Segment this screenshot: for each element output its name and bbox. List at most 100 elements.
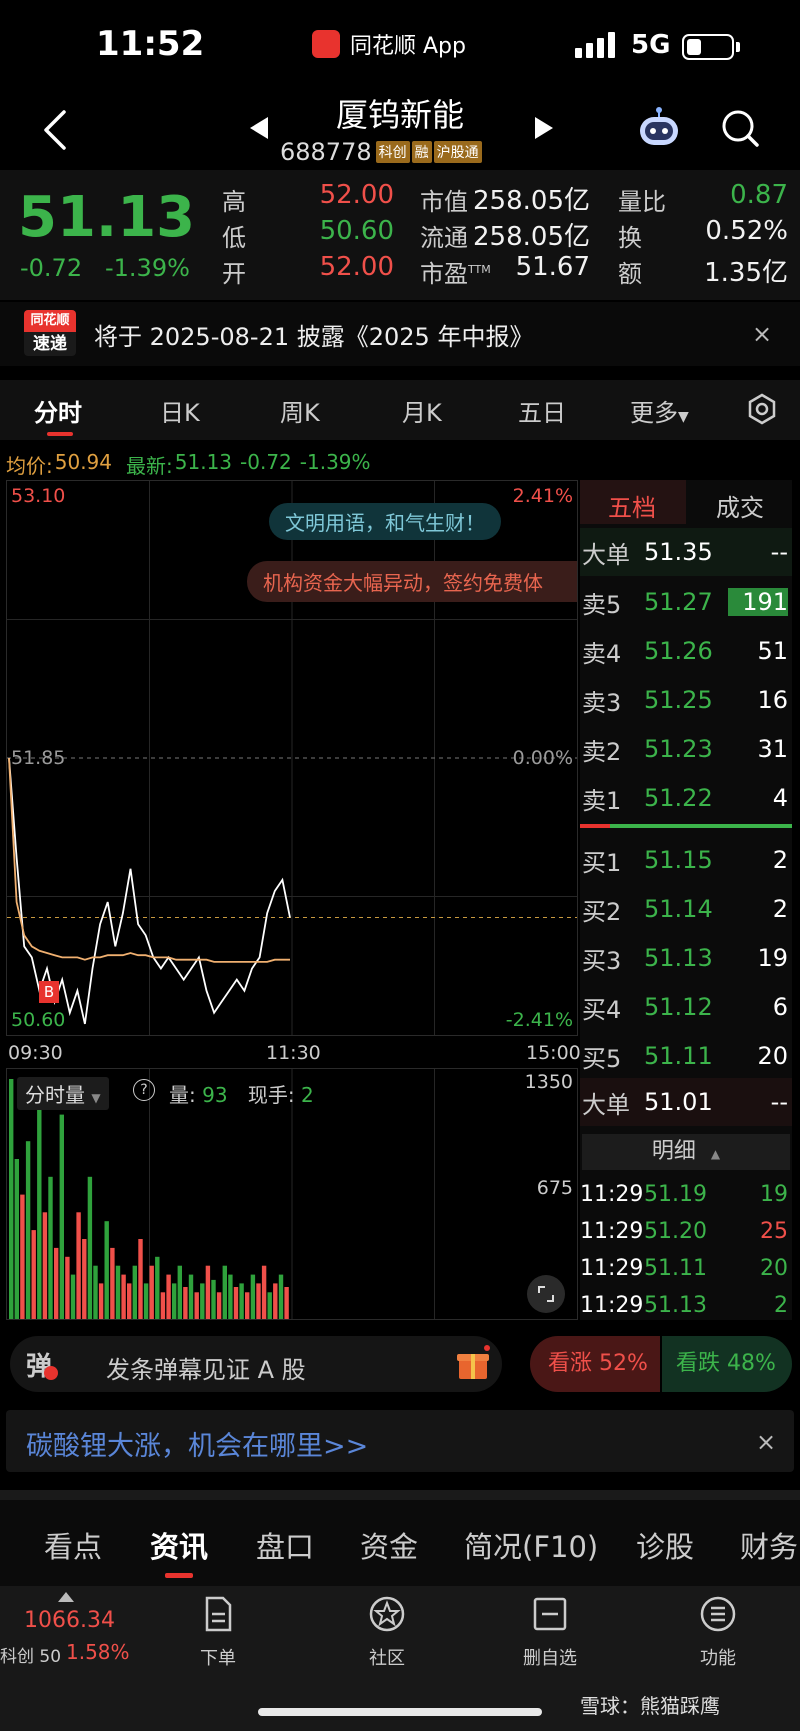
vote-down-button[interactable]: 看跌 48% <box>662 1336 792 1392</box>
book-ratio-bar <box>580 824 792 828</box>
search-icon[interactable] <box>720 108 760 148</box>
buy-level-row[interactable]: 买3 51.13 19 <box>580 934 792 982</box>
buy-level-row[interactable]: 买1 51.15 2 <box>580 836 792 884</box>
tab-weekly-k[interactable]: 周K <box>280 393 320 428</box>
volume-bar <box>194 1292 199 1319</box>
sell-level-row[interactable]: 卖4 51.26 51 <box>580 627 792 675</box>
caret-up-icon: ▲ <box>710 1147 721 1161</box>
buy-marker: B <box>39 981 59 1003</box>
nav-functions-label: 功能 <box>700 1648 736 1669</box>
nav-order[interactable]: 下单 <box>168 1594 268 1670</box>
volume-bar <box>155 1256 160 1319</box>
fullscreen-icon[interactable] <box>527 1275 565 1313</box>
nav-order-label: 下单 <box>200 1648 236 1669</box>
volume-bar <box>20 1194 25 1319</box>
index-value[interactable]: 1066.34 <box>24 1608 115 1633</box>
danmu-check-icon <box>44 1366 58 1380</box>
status-app: 同花顺 App <box>312 28 466 60</box>
current-hand-label: 现手: <box>247 1083 295 1107</box>
tab-funds[interactable]: 资金 <box>360 1524 418 1566</box>
tab-news[interactable]: 资讯 <box>150 1524 208 1566</box>
volume-bar <box>115 1265 121 1319</box>
sell-level-row[interactable]: 卖2 51.23 31 <box>580 725 792 773</box>
vote-up-button[interactable]: 看涨 52% <box>530 1336 660 1392</box>
amount-label: 额 <box>618 260 642 288</box>
intraday-chart[interactable]: 53.10 2.41% 51.85 0.00% 50.60 -2.41% 文明用… <box>6 480 578 1036</box>
tick-qty: 20 <box>760 1255 788 1281</box>
buy-level-row[interactable]: 买5 51.11 20 <box>580 1032 792 1080</box>
dropdown-caret-icon: ▼ <box>91 1091 101 1105</box>
open-label: 开 <box>222 260 246 288</box>
low-value: 50.60 <box>319 216 394 246</box>
tab-trades[interactable]: 成交 <box>716 488 764 523</box>
next-stock-icon[interactable] <box>533 115 555 141</box>
home-indicator[interactable] <box>258 1708 542 1716</box>
sell-level-row[interactable]: 卖1 51.22 4 <box>580 774 792 822</box>
danmu-placeholder[interactable]: 发条弹幕见证 A 股 <box>106 1350 306 1385</box>
sell-level-row[interactable]: 卖5 51.27 191 <box>580 578 792 626</box>
level-label: 买3 <box>582 946 622 975</box>
detail-header[interactable]: 明细 ▲ <box>582 1134 790 1170</box>
tick-time: 11:29 <box>580 1181 644 1207</box>
tab-diagnosis[interactable]: 诊股 <box>636 1524 694 1566</box>
chart-settings-icon[interactable] <box>746 393 778 425</box>
signal-icon <box>575 32 615 58</box>
float-value: 258.05亿 <box>473 222 590 252</box>
level-label: 卖1 <box>582 786 622 815</box>
level-price: 51.26 <box>644 637 713 665</box>
tick-price: 51.19 <box>644 1181 707 1207</box>
robot-assistant-icon[interactable] <box>636 105 682 149</box>
level-qty: 4 <box>772 784 788 812</box>
level-price: 51.25 <box>644 686 713 714</box>
nav-functions[interactable]: 功能 <box>668 1594 768 1670</box>
volume-bar <box>65 1256 70 1319</box>
chart-top-pct: 2.41% <box>512 485 573 507</box>
volume-bar <box>273 1283 278 1319</box>
volume-max-label: 1350 <box>524 1071 573 1093</box>
level-label: 卖3 <box>582 688 622 717</box>
tab-daily-k[interactable]: 日K <box>160 393 200 428</box>
tab-five-levels[interactable]: 五档 <box>608 488 656 523</box>
tab-more[interactable]: 更多▼ <box>630 393 689 428</box>
index-arrow-icon[interactable] <box>58 1592 74 1602</box>
tick-row: 11:29 51.13 2 <box>580 1287 792 1323</box>
tab-finance[interactable]: 财务 <box>740 1524 798 1566</box>
volume-bar <box>110 1247 115 1319</box>
nav-remove-watchlist[interactable]: 删自选 <box>500 1594 600 1670</box>
level-qty: 51 <box>757 637 788 665</box>
promo-text[interactable]: 碳酸锂大涨，机会在哪里>> <box>26 1424 368 1463</box>
volume-bar <box>172 1283 177 1319</box>
tab-intraday[interactable]: 分时 <box>34 393 82 428</box>
promo-close-icon[interactable]: × <box>756 1428 776 1456</box>
volume-bar <box>93 1265 98 1319</box>
buy-level-row[interactable]: 买2 51.14 2 <box>580 885 792 933</box>
tab-highlights[interactable]: 看点 <box>44 1524 102 1566</box>
tick-price: 51.11 <box>644 1255 707 1281</box>
volume-selector[interactable]: 分时量 ▼ <box>17 1077 109 1110</box>
chat-bubble[interactable]: 文明用语，和气生财！ <box>269 503 501 540</box>
x-label-open: 09:30 <box>8 1042 63 1064</box>
nav-community[interactable]: 社区 <box>337 1594 437 1670</box>
notice-text[interactable]: 将于 2025-08-21 披露《2025 年中报》 <box>94 317 533 352</box>
volume-mid-label: 675 <box>536 1177 573 1199</box>
volume-bar <box>37 1087 42 1319</box>
open-value: 52.00 <box>319 252 394 282</box>
buy-level-row[interactable]: 买4 51.12 6 <box>580 983 792 1031</box>
order-book: 五档 成交 大单 51.35 -- 卖5 51.27 191 卖4 51.26 51 卖3 5… <box>580 480 792 1320</box>
volume-bar <box>121 1274 126 1319</box>
volume-bar <box>104 1221 109 1319</box>
sell-level-row[interactable]: 卖3 51.25 16 <box>580 676 792 724</box>
help-icon[interactable]: ? <box>133 1079 155 1101</box>
volume-chart[interactable]: 分时量 ▼ ? 量: 93 现手: 2 1350 675 <box>6 1068 578 1320</box>
tab-profile[interactable]: 简况(F10) <box>464 1524 598 1566</box>
tab-order-book[interactable]: 盘口 <box>256 1524 314 1566</box>
battery-icon <box>682 34 734 60</box>
tab-monthly-k[interactable]: 月K <box>402 393 442 428</box>
volume-bar <box>183 1287 188 1319</box>
gift-icon[interactable] <box>456 1345 490 1381</box>
volume-bar <box>278 1274 284 1319</box>
notice-close-icon[interactable]: × <box>752 320 772 348</box>
promo-bubble[interactable]: 机构资金大幅异动，签约免费体 <box>247 561 577 602</box>
volume-bar <box>188 1274 194 1319</box>
tab-five-day[interactable]: 五日 <box>518 393 566 428</box>
